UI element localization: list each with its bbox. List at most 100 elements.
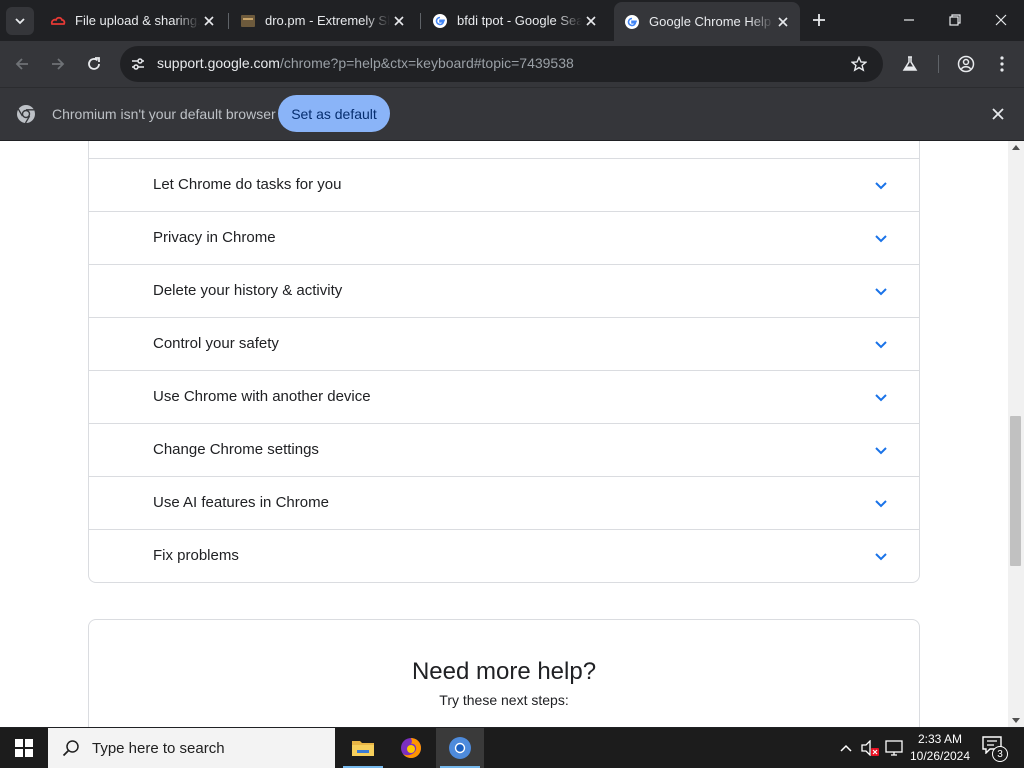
chromium-icon: [17, 105, 35, 124]
scroll-up-arrow[interactable]: [1012, 145, 1020, 150]
back-button[interactable]: [10, 52, 34, 76]
speaker-muted-icon: [861, 740, 879, 756]
minimize-icon: [904, 19, 914, 21]
chevron-down-icon[interactable]: [873, 549, 889, 565]
new-tab-button[interactable]: [808, 9, 830, 31]
tab-title: dro.pm - Extremely Sho: [265, 13, 390, 28]
topic-row[interactable]: Change Chrome settings: [89, 423, 919, 476]
google-icon: [432, 13, 448, 29]
topic-row[interactable]: Privacy in Chrome: [89, 211, 919, 264]
topic-label: Use AI features in Chrome: [153, 494, 329, 511]
menu-button[interactable]: [990, 52, 1014, 76]
close-icon: [992, 108, 1004, 120]
start-button[interactable]: [0, 728, 48, 768]
infobar-message: Chromium isn't your default browser: [52, 106, 276, 122]
chevron-up-icon: [840, 744, 852, 752]
clock-time: 2:33 AM: [917, 732, 963, 746]
tab-strip: File upload & sharing. dro.pm - Extremel…: [0, 0, 1024, 41]
close-icon: [995, 14, 1007, 26]
topic-label: Use Chrome with another device: [153, 388, 371, 405]
url-path: /chrome?p=help&ctx=keyboard#topic=743953…: [279, 55, 574, 71]
chevron-down-icon[interactable]: [873, 284, 889, 300]
chevron-down-icon[interactable]: [873, 337, 889, 353]
search-placeholder: Type here to search: [92, 739, 225, 757]
topic-row[interactable]: Let Chrome do tasks for you: [89, 158, 919, 211]
tab-search-button[interactable]: [6, 7, 34, 35]
folder-icon: [352, 741, 374, 756]
restore-icon: [949, 14, 961, 26]
close-icon[interactable]: [774, 13, 792, 31]
action-center-button[interactable]: 3: [982, 736, 1008, 762]
close-icon[interactable]: [390, 12, 408, 30]
site-info-icon[interactable]: [126, 52, 150, 76]
taskbar-chromium[interactable]: [436, 728, 484, 768]
tab-title: Google Chrome Help: [649, 14, 772, 29]
topic-row[interactable]: [89, 141, 919, 158]
profile-button[interactable]: [954, 52, 978, 76]
chevron-down-icon[interactable]: [873, 390, 889, 406]
topic-row[interactable]: Use AI features in Chrome: [89, 476, 919, 529]
taskbar-firefox[interactable]: [387, 728, 435, 768]
url-host: support.google.com: [157, 55, 280, 71]
scroll-down-arrow[interactable]: [1012, 718, 1020, 723]
need-more-help-card: Need more help? Try these next steps:: [88, 619, 920, 727]
firefox-icon: [401, 738, 421, 758]
topic-label: Fix problems: [153, 547, 239, 564]
tab-separator: [228, 13, 229, 29]
topic-row[interactable]: Delete your history & activity: [89, 264, 919, 317]
chevron-down-icon[interactable]: [873, 178, 889, 194]
labs-button[interactable]: [898, 52, 922, 76]
clock-date: 10/26/2024: [909, 749, 971, 763]
page-viewport: Let Chrome do tasks for you Privacy in C…: [0, 141, 1008, 727]
set-as-default-button[interactable]: Set as default: [278, 95, 390, 132]
reload-button[interactable]: [82, 52, 106, 76]
toolbar-divider: [938, 55, 939, 73]
tab-chrome-help[interactable]: Google Chrome Help: [614, 2, 800, 41]
help-card-subheading: Try these next steps:: [439, 692, 569, 708]
tab-google-search[interactable]: bfdi tpot - Google Sear: [422, 4, 608, 37]
tab-title: bfdi tpot - Google Sear: [457, 13, 582, 28]
windows-logo-icon: [15, 739, 33, 757]
page-scrollbar[interactable]: [1008, 141, 1024, 727]
close-icon[interactable]: [582, 12, 600, 30]
red-cloud-icon: [50, 13, 66, 29]
notification-count-badge: 3: [992, 746, 1008, 762]
taskbar-file-explorer[interactable]: [339, 728, 387, 768]
minimize-button[interactable]: [886, 0, 932, 40]
system-clock[interactable]: 2:33 AM 10/26/2024: [905, 731, 975, 765]
google-icon: [624, 14, 640, 30]
topic-row[interactable]: Use Chrome with another device: [89, 370, 919, 423]
help-topics-accordion: Let Chrome do tasks for you Privacy in C…: [88, 141, 920, 583]
window-close-button[interactable]: [978, 0, 1024, 40]
close-icon[interactable]: [200, 12, 218, 30]
topic-label: Change Chrome settings: [153, 441, 319, 458]
tab-separator: [420, 13, 421, 29]
url-text[interactable]: support.google.com/chrome?p=help&ctx=key…: [157, 55, 574, 71]
tab-title: File upload & sharing.: [75, 13, 200, 28]
scrollbar-thumb[interactable]: [1010, 416, 1021, 566]
taskbar-search-box[interactable]: Type here to search: [48, 728, 335, 768]
windows-taskbar: Type here to search 2:33 AM 10/26/2024 3: [0, 728, 1024, 768]
chromium-icon: [449, 737, 471, 759]
bookmark-star-icon[interactable]: [847, 52, 871, 76]
network-icon: [885, 740, 903, 756]
restore-button[interactable]: [932, 0, 978, 40]
default-browser-infobar: Chromium isn't your default browser Set …: [0, 87, 1024, 140]
volume-muted-button[interactable]: [860, 738, 880, 758]
forward-button[interactable]: [46, 52, 70, 76]
chevron-down-icon[interactable]: [873, 496, 889, 512]
address-bar[interactable]: support.google.com/chrome?p=help&ctx=key…: [120, 46, 883, 82]
chevron-down-icon: [15, 18, 25, 25]
topic-row[interactable]: Fix problems: [89, 529, 919, 582]
infobar-close-button[interactable]: [986, 102, 1010, 126]
network-button[interactable]: [884, 738, 904, 758]
topic-label: Control your safety: [153, 335, 279, 352]
drop-icon: [240, 13, 256, 29]
chevron-down-icon[interactable]: [873, 231, 889, 247]
topic-label: Let Chrome do tasks for you: [153, 176, 342, 193]
show-hidden-icons-button[interactable]: [836, 738, 856, 758]
tab-dro-pm[interactable]: dro.pm - Extremely Sho: [230, 4, 416, 37]
tab-file-upload[interactable]: File upload & sharing.: [40, 4, 226, 37]
topic-row[interactable]: Control your safety: [89, 317, 919, 370]
chevron-down-icon[interactable]: [873, 443, 889, 459]
